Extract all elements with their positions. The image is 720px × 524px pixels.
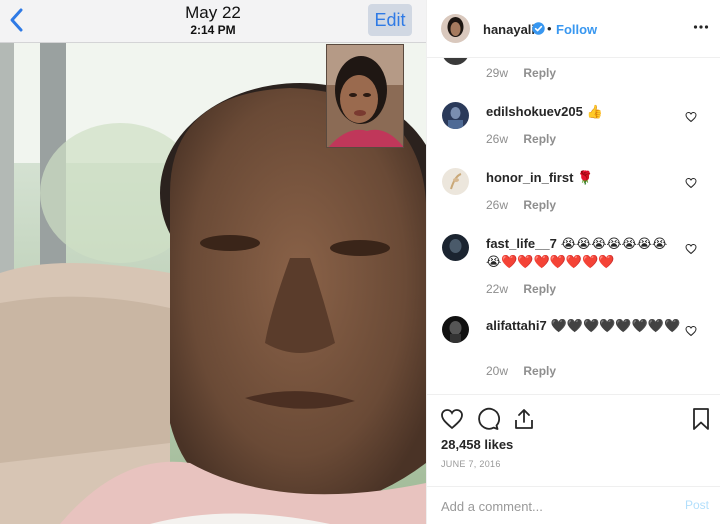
share-icon[interactable] — [512, 407, 536, 431]
edit-button[interactable]: Edit — [368, 4, 412, 36]
photo-date: May 22 — [185, 3, 241, 22]
comment-meta: 22w Reply — [486, 282, 556, 296]
comment-age: 20w — [486, 364, 509, 378]
comment-body: edilshokuev205 👍 — [486, 103, 682, 121]
bookmark-icon[interactable] — [689, 407, 713, 431]
commenter-avatar[interactable] — [442, 168, 469, 195]
commenter-avatar[interactable] — [442, 316, 469, 343]
comment-body: fast_life__7 😭😭😭😭😭😭😭😭❤️❤️❤️❤️❤️❤️❤️ — [486, 235, 682, 271]
comment-age: 29w — [486, 66, 509, 80]
add-comment-bar: Post — [427, 486, 720, 524]
follow-button[interactable]: Follow — [556, 22, 597, 37]
comment-meta: 26w Reply — [486, 132, 556, 146]
like-comment-heart-icon[interactable] — [685, 243, 697, 255]
comment-body: alifattahi7 🖤🖤🖤🖤🖤🖤🖤🖤 — [486, 317, 682, 335]
post-photo: May 22 2:14 PM Edit — [0, 0, 426, 524]
post-header: hanayali • Follow — [427, 0, 720, 58]
verified-badge-icon — [532, 22, 545, 35]
author-avatar[interactable] — [441, 14, 470, 43]
like-comment-heart-icon[interactable] — [685, 325, 697, 337]
comment-text: 🖤🖤🖤🖤🖤🖤🖤🖤 — [550, 318, 681, 333]
comment-username[interactable]: honor_in_first — [486, 170, 573, 185]
reply-button[interactable]: Reply — [523, 282, 556, 296]
post-panel: hanayali • Follow 29w Reply edilshokuev2… — [426, 0, 720, 524]
ellipsis-icon — [693, 25, 709, 29]
reply-button[interactable]: Reply — [523, 66, 556, 80]
comment-input[interactable] — [441, 496, 661, 516]
comment-age: 22w — [486, 282, 509, 296]
follow-separator: • — [547, 21, 552, 36]
heart-icon[interactable] — [440, 407, 464, 431]
comment-meta: 20w Reply — [486, 364, 556, 378]
like-comment-heart-icon[interactable] — [685, 177, 697, 189]
comment-age: 26w — [486, 132, 509, 146]
like-comment-heart-icon[interactable] — [685, 111, 697, 123]
author-username[interactable]: hanayali — [483, 22, 535, 37]
comment-text: 🌹 — [577, 170, 594, 185]
comments-list[interactable]: 29w Reply edilshokuev205 👍 26w Reply hon… — [427, 58, 720, 394]
photo-time: 2:14 PM — [190, 23, 236, 37]
comment-icon[interactable] — [476, 407, 500, 431]
reply-button[interactable]: Reply — [523, 364, 556, 378]
post-comment-button[interactable]: Post — [685, 498, 709, 512]
post-date: JUNE 7, 2016 — [441, 459, 501, 469]
commenter-avatar[interactable] — [442, 102, 469, 129]
more-options-button[interactable] — [693, 19, 709, 35]
comment-body: honor_in_first 🌹 — [486, 169, 682, 187]
photo-viewer-header: May 22 2:14 PM Edit — [0, 0, 426, 43]
comment-text: 👍 — [586, 104, 604, 119]
likes-count[interactable]: 28,458 likes — [441, 437, 513, 452]
comment-username[interactable]: edilshokuev205 — [486, 104, 583, 119]
facetime-self-view — [326, 44, 404, 148]
comment-meta: 26w Reply — [486, 198, 556, 212]
commenter-avatar[interactable] — [442, 234, 469, 261]
post-actions: 28,458 likes JUNE 7, 2016 — [427, 394, 720, 486]
reply-button[interactable]: Reply — [523, 198, 556, 212]
comment-age: 26w — [486, 198, 509, 212]
reply-button[interactable]: Reply — [523, 132, 556, 146]
comment-username[interactable]: alifattahi7 — [486, 318, 547, 333]
comment-meta: 29w Reply — [486, 66, 556, 80]
commenter-avatar[interactable] — [442, 58, 469, 65]
comment-username[interactable]: fast_life__7 — [486, 236, 557, 251]
